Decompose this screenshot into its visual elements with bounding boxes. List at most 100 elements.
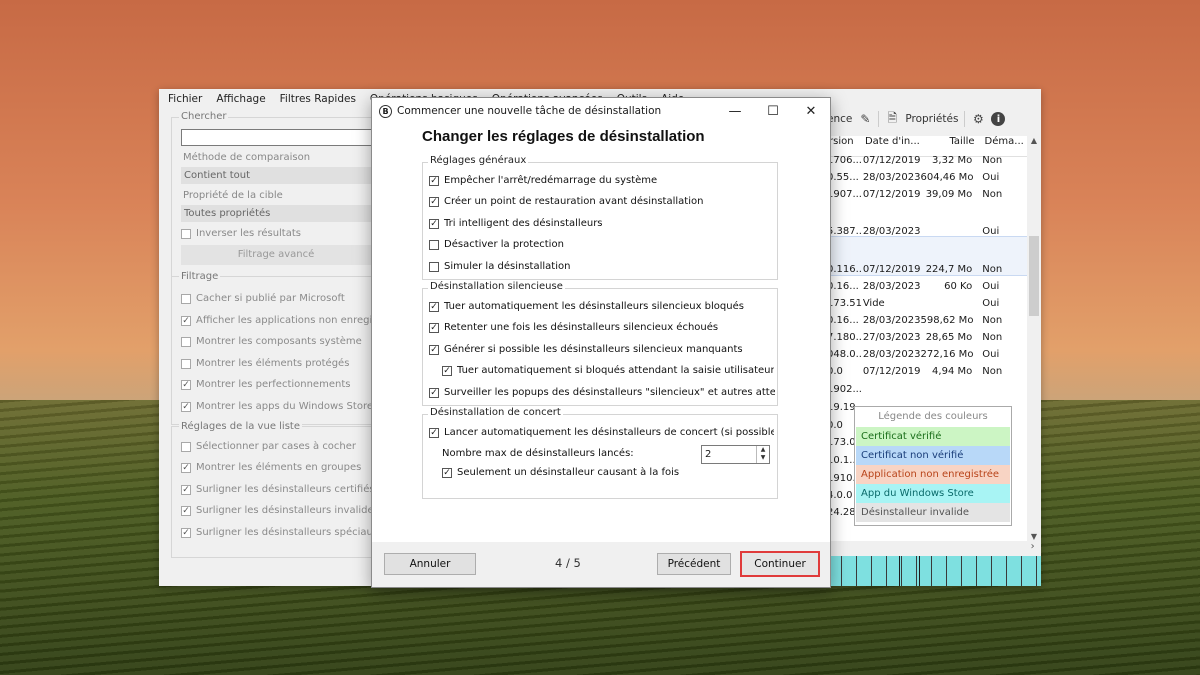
checkbox[interactable]	[181, 228, 191, 239]
table-row[interactable]: 0.0 07/12/2019 4,94 Mo Non	[827, 363, 1027, 380]
checkbox[interactable]	[429, 175, 439, 186]
treemap-view[interactable]	[827, 556, 1041, 586]
restore-point-option[interactable]: Créer un point de restauration avant dés…	[429, 196, 703, 207]
scroll-right-icon[interactable]: ›	[1031, 541, 1041, 552]
checkbox[interactable]	[429, 196, 439, 207]
filter-option[interactable]: Montrer les composants système	[181, 336, 362, 347]
continue-button[interactable]: Continuer	[740, 551, 820, 577]
checkbox[interactable]	[442, 365, 452, 376]
view-option-label: Surligner les désinstalleurs certifiés	[196, 484, 375, 495]
checkbox[interactable]	[181, 358, 191, 369]
table-row[interactable]: 1902...	[827, 381, 1027, 398]
checkbox[interactable]	[429, 427, 439, 438]
cancel-button[interactable]: Annuler	[384, 553, 476, 575]
checkbox[interactable]	[429, 218, 439, 229]
filter-option[interactable]: Cacher si publié par Microsoft	[181, 293, 345, 304]
advanced-filter-button[interactable]: Filtrage avancé	[181, 245, 371, 265]
checkbox[interactable]	[429, 261, 439, 272]
scroll-down-icon[interactable]: ▼	[1027, 532, 1041, 541]
retry-silent-option[interactable]: Retenter une fois les désinstalleurs sil…	[429, 322, 774, 333]
checkbox[interactable]	[442, 467, 452, 478]
menu-file[interactable]: Fichier	[168, 93, 202, 105]
table-row[interactable]: 0.55... 28/03/2023 604,46 Mo Oui	[827, 169, 1027, 186]
table-cell: 60 Ko	[944, 281, 973, 292]
gear-icon[interactable]: ⚙	[971, 112, 985, 126]
concert-uninstall-title: Désinstallation de concert	[428, 407, 563, 418]
checkbox[interactable]	[181, 293, 191, 304]
close-icon[interactable]: ✕	[792, 98, 830, 124]
filter-option[interactable]: Montrer les apps du Windows Store	[181, 401, 373, 412]
checkbox[interactable]	[429, 239, 439, 250]
generate-silent-option[interactable]: Générer si possible les désinstalleurs s…	[429, 344, 774, 355]
table-cell: 07/12/2019	[862, 264, 921, 275]
table-row[interactable]: 5.387... 28/03/2023 Oui	[827, 223, 1027, 240]
checkbox[interactable]	[181, 484, 191, 495]
general-settings-title: Réglages généraux	[428, 155, 529, 166]
checkbox[interactable]	[429, 387, 439, 398]
checkbox[interactable]	[181, 441, 191, 452]
target-select[interactable]: Toutes propriétés	[181, 205, 371, 222]
kill-on-input-option[interactable]: Tuer automatiquement si bloqués attendan…	[442, 365, 774, 376]
prevent-shutdown-option[interactable]: Empêcher l'arrêt/redémarrage du système	[429, 175, 657, 186]
checkbox[interactable]	[181, 379, 191, 390]
auto-concert-option[interactable]: Lancer automatiquement les désinstalleur…	[429, 427, 774, 438]
stepper-buttons[interactable]: ▲ ▼	[756, 446, 769, 463]
scroll-thumb[interactable]	[1029, 236, 1039, 316]
search-input[interactable]	[181, 129, 376, 146]
view-option[interactable]: Surligner les désinstalleurs invalides	[181, 505, 379, 516]
properties-button[interactable]: Propriétés	[905, 113, 958, 125]
checkbox[interactable]	[181, 462, 191, 473]
properties-icon[interactable]: 🗎	[885, 111, 899, 126]
one-at-a-time-option[interactable]: Seulement un désinstalleur causant à la …	[442, 467, 679, 478]
scroll-up-icon[interactable]: ▲	[1027, 136, 1041, 145]
checkbox[interactable]	[181, 505, 191, 516]
kill-silent-option[interactable]: Tuer automatiquement les désinstalleurs …	[429, 301, 774, 312]
checkbox[interactable]	[181, 336, 191, 347]
table-row[interactable]: 048.0... 28/03/2023 272,16 Mo Oui	[827, 346, 1027, 363]
checkbox[interactable]	[181, 315, 191, 326]
view-option[interactable]: Surligner les désinstalleurs certifiés	[181, 484, 375, 495]
table-row[interactable]: 7.180... 27/03/2023 28,65 Mo Non	[827, 329, 1027, 346]
filter-option[interactable]: Montrer les perfectionnements	[181, 379, 350, 390]
table-row[interactable]: 0.16... 28/03/2023 60 Ko Oui	[827, 278, 1027, 295]
checkbox[interactable]	[181, 401, 191, 412]
table-row[interactable]: 1907... 07/12/2019 39,09 Mo Non	[827, 186, 1027, 203]
previous-button[interactable]: Précédent	[657, 553, 731, 575]
dialog-titlebar: B Commencer une nouvelle tâche de désins…	[372, 98, 830, 124]
table-row[interactable]: 0.116... 07/12/2019 224,7 Mo Non	[827, 261, 1027, 278]
filter-option[interactable]: Montrer les éléments protégés	[181, 358, 349, 369]
checkbox[interactable]	[429, 344, 439, 355]
checkbox[interactable]	[429, 322, 439, 333]
view-option[interactable]: Montrer les éléments en groupes	[181, 462, 361, 473]
filter-option[interactable]: Afficher les applications non enregistré…	[181, 315, 403, 326]
max-concurrent-stepper[interactable]: 2 ▲ ▼	[701, 445, 770, 464]
list-vertical-scrollbar[interactable]: ▲ ▼	[1027, 136, 1041, 541]
disable-protection-option[interactable]: Désactiver la protection	[429, 239, 564, 250]
table-cell: 28/03/2023	[862, 226, 921, 237]
watch-popups-option[interactable]: Surveiller les popups des désinstalleurs…	[429, 387, 775, 398]
dialog-title: Commencer une nouvelle tâche de désinsta…	[397, 105, 662, 117]
comparison-select[interactable]: Contient tout	[181, 167, 371, 184]
dialog-heading: Changer les réglages de désinstallation	[422, 128, 705, 145]
checkbox[interactable]	[181, 527, 191, 538]
info-icon[interactable]: i	[991, 112, 1006, 126]
maximize-icon[interactable]: ☐	[754, 98, 792, 124]
view-option[interactable]: Sélectionner par cases à cocher	[181, 441, 356, 452]
invert-results-option[interactable]: Inverser les résultats	[181, 228, 301, 239]
menu-view[interactable]: Affichage	[216, 93, 265, 105]
stepper-up-icon[interactable]: ▲	[757, 446, 769, 454]
checkbox[interactable]	[429, 301, 439, 312]
legend-title: Légende des couleurs	[878, 411, 988, 422]
edit-icon[interactable]: ✎	[858, 112, 872, 126]
list-horizontal-scrollbar[interactable]: ›	[827, 541, 1041, 555]
simulate-option[interactable]: Simuler la désinstallation	[429, 261, 570, 272]
table-row[interactable]: 1706... 07/12/2019 3,32 Mo Non	[827, 152, 1027, 169]
option-label: Tri intelligent des désinstalleurs	[444, 218, 603, 229]
stepper-down-icon[interactable]: ▼	[757, 454, 769, 462]
menu-quick-filters[interactable]: Filtres Rapides	[280, 93, 356, 105]
table-row[interactable]: 0.16... 28/03/2023 598,62 Mo Non	[827, 312, 1027, 329]
table-row[interactable]: 173.51 Vide Oui	[827, 295, 1027, 312]
view-option[interactable]: Surligner les désinstalleurs spéciaux	[181, 527, 379, 538]
smart-sort-option[interactable]: Tri intelligent des désinstalleurs	[429, 218, 603, 229]
minimize-icon[interactable]: —	[716, 98, 754, 124]
